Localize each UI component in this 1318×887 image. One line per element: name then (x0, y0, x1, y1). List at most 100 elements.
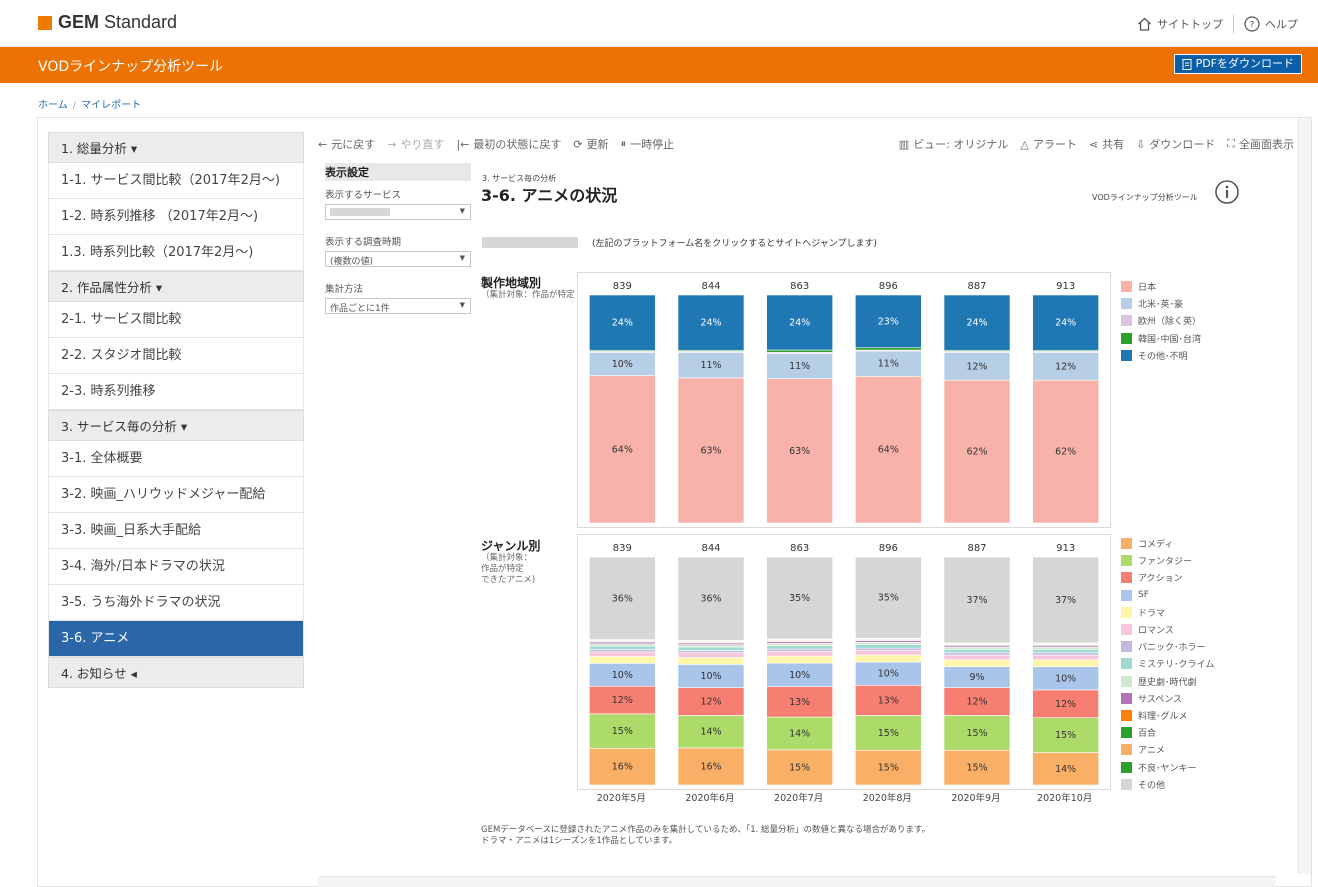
sidebar-item[interactable]: 1.3. 時系列比較（2017年2月～) (48, 235, 304, 271)
share-button[interactable]: ⋖ 共有 (1089, 136, 1124, 152)
legend-item[interactable]: ドラマ (1121, 604, 1214, 621)
legend-item[interactable]: 日本 (1121, 278, 1201, 295)
sidebar-item[interactable]: 3-2. 映画_ハリウッドメジャー配給 (48, 477, 304, 513)
sidebar-item[interactable]: 3-6. アニメ (48, 621, 304, 657)
legend-item[interactable]: 料理･グルメ (1121, 707, 1214, 724)
bar-segment[interactable] (855, 647, 922, 651)
legend-item[interactable]: 韓国･中国･台湾 (1121, 330, 1201, 347)
sidebar-section-header[interactable]: 4. お知らせ ◂ (48, 657, 304, 688)
legend-item[interactable]: ファンタジー (1121, 552, 1214, 569)
bar-segment[interactable] (943, 649, 1011, 654)
bar-segment[interactable] (855, 642, 922, 645)
bar-segment[interactable] (943, 646, 1011, 650)
bar-segment[interactable] (1032, 649, 1099, 654)
bar-segment[interactable] (766, 642, 833, 646)
download-button[interactable]: ⇩ ダウンロード (1136, 136, 1215, 152)
horizontal-scrollbar[interactable] (318, 876, 1276, 887)
breadcrumb-home[interactable]: ホーム (38, 100, 68, 111)
legend-item[interactable]: 百合 (1121, 724, 1214, 741)
bar-segment[interactable] (589, 643, 656, 647)
bar-segment[interactable] (1032, 654, 1099, 661)
redo-button[interactable]: → やり直す (387, 136, 444, 152)
bar-segment[interactable] (1032, 646, 1099, 650)
sidebar-item[interactable]: 2-1. サービス間比較 (48, 302, 304, 338)
bar-segment[interactable] (1032, 652, 1099, 656)
refresh-button[interactable]: ⟳ 更新 (573, 136, 608, 152)
bar-segment[interactable] (589, 649, 656, 653)
legend-item[interactable]: コメディ (1121, 535, 1214, 552)
gem-logo[interactable]: GEM Standard (38, 12, 177, 33)
sidebar-item[interactable]: 2-3. 時系列推移 (48, 374, 304, 410)
legend-item[interactable]: 欧州（除く英） (1121, 312, 1201, 329)
bar-segment[interactable] (677, 646, 745, 651)
pause-button[interactable]: ⏸ 一時停止 (621, 136, 675, 152)
bar-segment[interactable] (677, 650, 745, 654)
data-label: 62% (966, 447, 987, 458)
bar-segment[interactable] (766, 651, 833, 657)
sidebar-item[interactable]: 3-5. うち海外ドラマの状況 (48, 585, 304, 621)
bar-segment[interactable] (766, 655, 833, 664)
legend-item[interactable]: パニック･ホラー (1121, 638, 1214, 655)
undo-button[interactable]: ← 元に戻す (318, 136, 375, 152)
bar-segment[interactable] (589, 645, 656, 650)
bar-segment[interactable] (855, 644, 922, 649)
period-select[interactable]: (複数の値) ▼ (325, 251, 471, 267)
vertical-scrollbar[interactable] (1298, 118, 1311, 874)
sidebar-section-header[interactable]: 1. 総量分析 ▾ (48, 132, 304, 163)
viz-toolbar: ← 元に戻す → やり直す |← 最初の状態に戻す ⟳ 更新 ⏸ 一時停止 ▥ ビュー: オ… (318, 134, 1294, 154)
total-label: 896 (879, 281, 898, 292)
bar-segment[interactable] (855, 654, 922, 663)
help-link[interactable]: ? ヘルプ (1244, 16, 1298, 32)
data-label: 10% (1055, 673, 1076, 684)
sidebar-item[interactable]: 3-1. 全体概要 (48, 441, 304, 477)
legend-item[interactable]: 歴史劇･時代劇 (1121, 673, 1214, 690)
sidebar-section-header[interactable]: 3. サービス毎の分析 ▾ (48, 410, 304, 441)
bar-segment[interactable] (766, 349, 833, 353)
bar-segment[interactable] (677, 652, 745, 658)
bar-segment[interactable] (589, 656, 656, 664)
sidebar-section-header[interactable]: 2. 作品属性分析 ▾ (48, 271, 304, 302)
sidebar-item[interactable]: 2-2. スタジオ間比較 (48, 338, 304, 374)
alert-button[interactable]: △ アラート (1020, 136, 1076, 152)
sidebar-item[interactable]: 1-1. サービス間比較（2017年2月～) (48, 163, 304, 199)
legend-item[interactable]: SF (1121, 587, 1214, 604)
legend-item[interactable]: アクション (1121, 569, 1214, 586)
platform-row: (左記のプラットフォーム名をクリックするとサイトへジャンプします) (482, 236, 877, 249)
fullscreen-button[interactable]: ⛶ 全画面表示 (1227, 136, 1294, 152)
breadcrumb-my-report[interactable]: マイレポート (81, 100, 141, 111)
service-select[interactable]: ▼ (325, 204, 471, 220)
info-icon[interactable] (1214, 179, 1240, 205)
bar-segment[interactable] (1032, 659, 1099, 668)
legend-item[interactable]: ロマンス (1121, 621, 1214, 638)
revert-button[interactable]: |← 最初の状態に戻す (456, 136, 561, 152)
platform-name-redacted[interactable] (482, 237, 578, 248)
bar-segment[interactable] (943, 652, 1011, 656)
total-label: 844 (701, 281, 720, 292)
total-label: 913 (1056, 543, 1075, 554)
bar-segment[interactable] (855, 650, 922, 656)
sidebar-item[interactable]: 3-4. 海外/日本ドラマの状況 (48, 549, 304, 585)
sidebar-item[interactable]: 3-3. 映画_日系大手配給 (48, 513, 304, 549)
site-top-link[interactable]: サイトトップ (1137, 16, 1223, 32)
bar-segment[interactable] (766, 645, 833, 650)
legend-item[interactable]: 不良･ヤンキー (1121, 758, 1214, 775)
legend-item[interactable]: その他 (1121, 776, 1214, 793)
legend-item[interactable]: ミステリ･クライム (1121, 655, 1214, 672)
legend-label: 韓国･中国･台湾 (1138, 334, 1202, 345)
bar-segment[interactable] (677, 657, 745, 665)
bar-segment[interactable] (943, 654, 1011, 661)
legend-item[interactable]: その他･不明 (1121, 347, 1201, 364)
breadcrumb: ホーム / マイレポート (38, 96, 141, 111)
view-button[interactable]: ▥ ビュー: オリジナル (899, 136, 1009, 152)
bar-segment[interactable] (589, 651, 656, 657)
legend-item[interactable]: アニメ (1121, 741, 1214, 758)
sidebar-item[interactable]: 1-2. 時系列推移 （2017年2月～) (48, 199, 304, 235)
bar-segment[interactable] (677, 644, 745, 648)
bar-segment[interactable] (943, 659, 1011, 668)
bar-segment[interactable] (766, 648, 833, 652)
pdf-download-button[interactable]: PDFをダウンロード (1173, 54, 1302, 74)
bar-segment[interactable] (855, 347, 922, 351)
legend-item[interactable]: 北米･英･豪 (1121, 295, 1201, 312)
method-select[interactable]: 作品ごとに1件 ▼ (325, 298, 471, 314)
legend-item[interactable]: サスペンス (1121, 690, 1214, 707)
